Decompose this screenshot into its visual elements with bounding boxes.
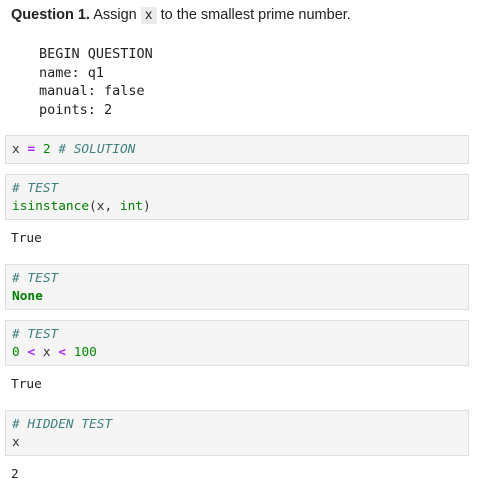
code-comment: # HIDDEN TEST	[12, 417, 113, 432]
code-number: 2	[42, 142, 51, 157]
code-operator: <	[58, 344, 67, 360]
code-operator: <	[27, 344, 36, 360]
metadata-line: points: 2	[39, 101, 113, 118]
question-text-before: Assign	[93, 7, 137, 23]
code-line: 0 < x < 100	[12, 344, 462, 362]
code-variable: x	[12, 142, 20, 157]
code-line: isinstance(x, int)	[12, 198, 462, 216]
code-keyword: None	[12, 288, 43, 304]
code-variable: x	[42, 344, 51, 360]
code-text: )	[143, 198, 151, 214]
cell-output: True	[11, 231, 42, 246]
code-builtin: isinstance	[12, 198, 90, 214]
code-cell-test[interactable]: # TEST None	[5, 264, 469, 310]
code-comment: # TEST	[12, 181, 59, 196]
code-number: 100	[73, 344, 97, 360]
code-text: (x,	[89, 198, 120, 214]
code-operator: =	[27, 142, 36, 157]
question-prompt: Question 1. Assign x to the smallest pri…	[11, 5, 351, 26]
code-cell-solution[interactable]: x = 2 # SOLUTION	[5, 135, 469, 164]
question-text-after: to the smallest prime number.	[160, 7, 351, 23]
cell-output: 2	[11, 467, 19, 482]
metadata-line: manual: false	[39, 83, 145, 99]
code-comment: # TEST	[12, 271, 59, 286]
metadata-line: BEGIN QUESTION	[39, 46, 153, 62]
code-cell-hidden-test[interactable]: # HIDDEN TEST x	[5, 410, 469, 456]
code-cell-test[interactable]: # TEST isinstance(x, int)	[5, 174, 469, 220]
question-number: Question 1.	[11, 7, 90, 23]
code-builtin: int	[119, 198, 143, 214]
code-cell-test[interactable]: # TEST 0 < x < 100	[5, 320, 469, 366]
code-comment: # TEST	[12, 327, 59, 342]
code-variable: x	[12, 434, 20, 450]
code-comment: # SOLUTION	[58, 142, 136, 157]
metadata-line: name: q1	[39, 64, 105, 81]
code-number: 0	[12, 344, 20, 360]
cell-output: True	[11, 377, 42, 392]
inline-code-var: x	[140, 7, 157, 24]
question-metadata-block: BEGIN QUESTION name: q1 manual: false po…	[39, 45, 153, 119]
